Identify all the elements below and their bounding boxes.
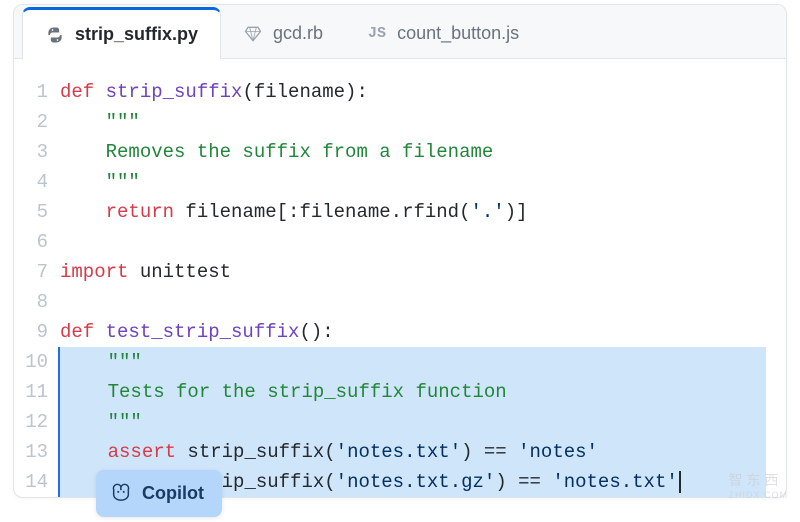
tab-strip_suffix-py[interactable]: strip_suffix.py bbox=[22, 7, 221, 59]
code-content[interactable]: def strip_suffix(filename): """ Removes … bbox=[60, 77, 786, 497]
token-com: """ bbox=[108, 407, 142, 437]
code-line[interactable]: Removes the suffix from a filename bbox=[60, 137, 766, 167]
tab-count_button-js[interactable]: JS count_button.js bbox=[345, 9, 541, 58]
token-fn: test_strip_suffix bbox=[106, 317, 300, 347]
code-line[interactable]: import unittest bbox=[60, 257, 766, 287]
line-number: 8 bbox=[14, 287, 48, 317]
watermark-sub: ZHIDX.COM bbox=[729, 490, 789, 500]
line-number: 14 bbox=[14, 467, 48, 497]
code-line[interactable]: return filename[:filename.rfind('.')] bbox=[60, 197, 766, 227]
token-fn: strip_suffix bbox=[106, 77, 243, 107]
tab-label: count_button.js bbox=[397, 23, 519, 44]
token-com: Tests for the strip_suffix function bbox=[108, 377, 507, 407]
token-pl: unittest bbox=[128, 257, 231, 287]
token-pl bbox=[62, 347, 108, 377]
token-str: '.' bbox=[470, 197, 504, 227]
token-com: Removes the suffix from a filename bbox=[106, 137, 494, 167]
token-kw: import bbox=[60, 257, 128, 287]
token-com: """ bbox=[106, 107, 140, 137]
token-com: """ bbox=[106, 167, 140, 197]
line-number-gutter: 1234567891011121314 bbox=[14, 77, 60, 497]
line-number: 9 bbox=[14, 317, 48, 347]
editor-window: strip_suffix.py gcd.rb JS count_button.js 1… bbox=[13, 4, 787, 498]
token-pl bbox=[60, 197, 106, 227]
token-pl bbox=[60, 167, 106, 197]
token-pl bbox=[62, 437, 108, 467]
token-str: 'notes.txt' bbox=[552, 467, 677, 497]
ruby-icon bbox=[243, 24, 263, 44]
tab-label: gcd.rb bbox=[273, 23, 323, 44]
line-number: 10 bbox=[14, 347, 48, 377]
token-pl bbox=[60, 137, 106, 167]
code-line[interactable]: Tests for the strip_suffix function bbox=[58, 377, 766, 407]
copilot-label: Copilot bbox=[142, 483, 204, 504]
line-number: 7 bbox=[14, 257, 48, 287]
copilot-badge[interactable]: Copilot bbox=[96, 470, 222, 517]
python-icon bbox=[45, 25, 65, 45]
token-str: 'notes.txt.gz' bbox=[336, 467, 496, 497]
line-number: 12 bbox=[14, 407, 48, 437]
code-line[interactable]: """ bbox=[58, 407, 766, 437]
watermark: 智东西 ZHIDX.COM bbox=[729, 470, 789, 500]
token-pl: )] bbox=[505, 197, 528, 227]
text-cursor bbox=[679, 471, 681, 493]
tab-gcd-rb[interactable]: gcd.rb bbox=[221, 9, 345, 58]
code-line[interactable]: def strip_suffix(filename): bbox=[60, 77, 766, 107]
tab-bar: strip_suffix.py gcd.rb JS count_button.js bbox=[14, 5, 786, 59]
token-com: """ bbox=[108, 347, 142, 377]
js-icon: JS bbox=[367, 24, 387, 44]
line-number: 1 bbox=[14, 77, 48, 107]
line-number: 2 bbox=[14, 107, 48, 137]
line-number: 11 bbox=[14, 377, 48, 407]
code-area: 1234567891011121314 def strip_suffix(fil… bbox=[14, 59, 786, 497]
line-number: 13 bbox=[14, 437, 48, 467]
token-kw: return bbox=[106, 197, 174, 227]
token-pl: ) == bbox=[495, 467, 552, 497]
token-pl: ) == bbox=[461, 437, 518, 467]
code-line[interactable]: assert strip_suffix('notes.txt') == 'not… bbox=[58, 437, 766, 467]
watermark-main: 智东西 bbox=[729, 472, 783, 488]
code-line[interactable] bbox=[60, 287, 766, 317]
line-number: 5 bbox=[14, 197, 48, 227]
token-str: 'notes.txt' bbox=[336, 437, 461, 467]
token-str: 'notes' bbox=[518, 437, 598, 467]
line-number: 4 bbox=[14, 167, 48, 197]
copilot-icon bbox=[110, 480, 132, 507]
token-kw: def bbox=[60, 317, 106, 347]
token-pl: filename[:filename.rfind( bbox=[174, 197, 470, 227]
code-line[interactable]: def test_strip_suffix(): bbox=[60, 317, 766, 347]
token-pl: strip_suffix( bbox=[176, 437, 336, 467]
tab-label: strip_suffix.py bbox=[75, 24, 198, 45]
token-pl bbox=[62, 377, 108, 407]
token-kw: assert bbox=[108, 437, 176, 467]
line-number: 6 bbox=[14, 227, 48, 257]
token-pl bbox=[62, 407, 108, 437]
code-line[interactable]: """ bbox=[58, 347, 766, 377]
token-pl: (filename): bbox=[242, 77, 367, 107]
line-number: 3 bbox=[14, 137, 48, 167]
code-line[interactable]: """ bbox=[60, 167, 766, 197]
token-pl: (): bbox=[299, 317, 333, 347]
token-pl bbox=[60, 107, 106, 137]
code-line[interactable] bbox=[60, 227, 766, 257]
token-kw: def bbox=[60, 77, 106, 107]
code-line[interactable]: """ bbox=[60, 107, 766, 137]
